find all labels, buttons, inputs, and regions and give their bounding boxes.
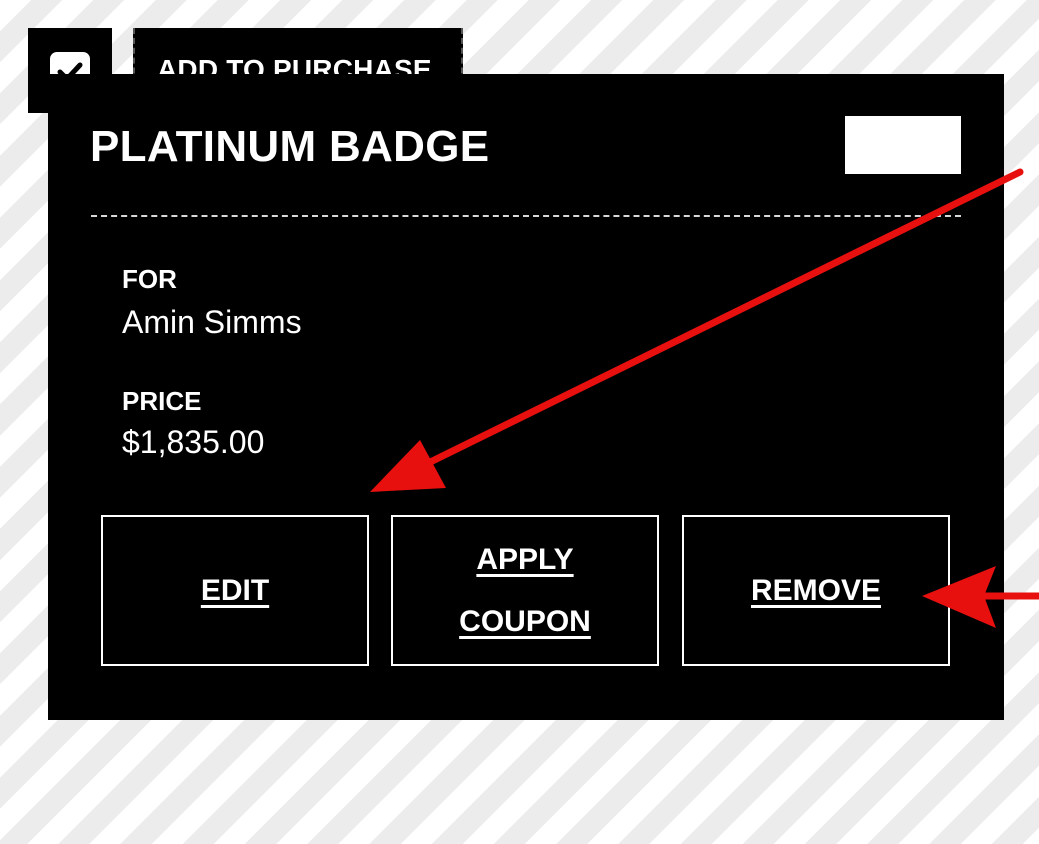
edit-button[interactable]: EDIT (101, 515, 369, 666)
apply-coupon-button[interactable]: APPLY COUPON (391, 515, 659, 666)
price-value: $1,835.00 (122, 424, 265, 460)
dashed-divider (91, 215, 961, 217)
remove-button[interactable]: REMOVE (682, 515, 950, 666)
for-value: Amin Simms (122, 304, 302, 340)
badge-card: PLATINUM BADGE FOR Amin Simms PRICE $1,8… (48, 74, 1004, 720)
remove-button-label: REMOVE (750, 573, 882, 607)
edit-button-label: EDIT (200, 573, 270, 607)
badge-title: PLATINUM BADGE (90, 122, 490, 171)
apply-coupon-label-line2: COUPON (459, 604, 591, 638)
apply-coupon-label-line1: APPLY (476, 542, 574, 576)
badge-image-placeholder (845, 116, 961, 174)
price-label: PRICE (122, 386, 202, 416)
for-label: FOR (122, 264, 177, 294)
